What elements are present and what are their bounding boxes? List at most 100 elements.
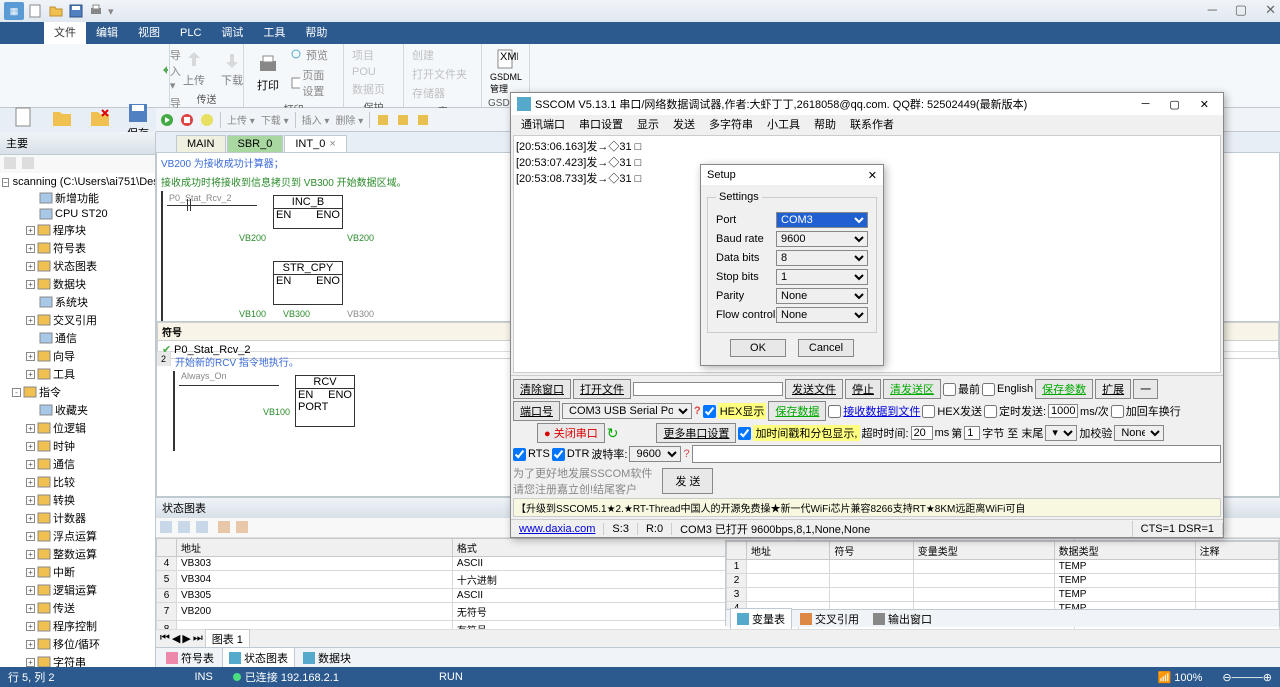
print-icon[interactable] (88, 3, 104, 19)
port-label-button[interactable]: 端口号 (513, 401, 560, 421)
expand-icon[interactable]: + (26, 460, 35, 469)
crc-select[interactable]: None (1114, 425, 1164, 441)
expand-icon[interactable]: + (26, 316, 35, 325)
tree-node[interactable]: 收藏夹 (2, 401, 153, 419)
tree-node[interactable]: +传送 (2, 599, 153, 617)
pause-icon[interactable] (200, 113, 214, 127)
minimize-icon[interactable]: ─ (1208, 2, 1217, 18)
tree-node[interactable]: CPU ST20 (2, 207, 153, 221)
str-cpy-block[interactable]: STR_CPY ENENO (273, 261, 343, 305)
tree-node[interactable]: +工具 (2, 365, 153, 383)
stop-icon[interactable] (180, 113, 194, 127)
tab-main[interactable]: MAIN (176, 135, 226, 152)
clear-send-button[interactable]: 清发送区 (883, 379, 941, 399)
setup-cancel-button[interactable]: Cancel (798, 339, 854, 357)
tree-node[interactable]: 通信 (2, 329, 153, 347)
sscom-minimize-icon[interactable]: ─ (1142, 98, 1150, 110)
tool-icon-1[interactable] (376, 113, 390, 127)
chart-tool-icon[interactable] (236, 521, 250, 535)
btab-data[interactable]: 数据块 (297, 648, 357, 668)
port-select[interactable]: COM3 USB Serial Port (562, 403, 692, 419)
setup-flow-select[interactable]: None (776, 307, 868, 323)
byte-end-select[interactable]: ▾ (1045, 425, 1077, 441)
dtr-checkbox[interactable] (552, 448, 565, 461)
sscom-menu-multi[interactable]: 多字符串 (703, 116, 759, 132)
status-zoom-out[interactable]: ⊖────⊕ (1222, 671, 1272, 684)
save-data-button[interactable]: 保存数据 (768, 401, 826, 421)
menu-tools[interactable]: 工具 (253, 22, 295, 44)
open-icon[interactable] (48, 3, 64, 19)
upload-dropdown[interactable]: 上传 ▾ (227, 112, 255, 127)
sscom-menu-tools[interactable]: 小工具 (761, 116, 806, 132)
chart-tool-icon[interactable] (218, 521, 232, 535)
chart-tool-icon[interactable] (160, 521, 174, 535)
sscom-menu-help[interactable]: 帮助 (808, 116, 842, 132)
tree-node[interactable]: +时钟 (2, 437, 153, 455)
expand-icon[interactable]: + (26, 370, 35, 379)
tree-node[interactable]: +计数器 (2, 509, 153, 527)
timed-send-checkbox[interactable] (984, 405, 997, 418)
chart-nav-prev[interactable]: ◀ (172, 632, 180, 645)
expand-icon[interactable]: + (26, 442, 35, 451)
upload-button[interactable]: 上传 (176, 46, 212, 90)
tool-icon-3[interactable] (416, 113, 430, 127)
tree-node[interactable]: +数据块 (2, 275, 153, 293)
inc-b-block[interactable]: INC_B ENENO (273, 195, 343, 229)
menu-file[interactable]: 文件 (44, 22, 86, 44)
help-icon[interactable]: ? (694, 405, 701, 417)
new-icon[interactable] (28, 3, 44, 19)
app-logo[interactable]: ▦ (4, 2, 24, 20)
tree-node[interactable]: +通信 (2, 455, 153, 473)
download-dropdown[interactable]: 下载 ▾ (261, 112, 289, 127)
hex-send-checkbox[interactable] (922, 405, 935, 418)
tree-node[interactable]: +向导 (2, 347, 153, 365)
tab-close-icon[interactable]: × (329, 138, 335, 150)
expand-icon[interactable]: + (26, 640, 35, 649)
tree-node[interactable]: 新增功能 (2, 189, 153, 207)
open-file-button[interactable]: 打开文件 (573, 379, 631, 399)
send-input[interactable] (692, 445, 1221, 463)
chart-tool-icon[interactable] (178, 521, 192, 535)
english-checkbox[interactable] (982, 383, 995, 396)
tool-icon-2[interactable] (396, 113, 410, 127)
expand-icon[interactable]: + (26, 244, 35, 253)
tree-node[interactable]: +程序块 (2, 221, 153, 239)
run-icon[interactable] (160, 113, 174, 127)
setup-baud-select[interactable]: 9600 (776, 231, 868, 247)
expand-icon[interactable]: + (26, 604, 35, 613)
delete-dropdown[interactable]: 删除 ▾ (335, 112, 363, 127)
sscom-menu-send[interactable]: 发送 (667, 116, 701, 132)
rts-checkbox[interactable] (513, 448, 526, 461)
tree-node[interactable]: +转换 (2, 491, 153, 509)
tree-node[interactable]: +比较 (2, 473, 153, 491)
expand-icon[interactable]: + (26, 424, 35, 433)
tree-node[interactable]: +程序控制 (2, 617, 153, 635)
expand-icon[interactable]: + (26, 478, 35, 487)
setup-ok-button[interactable]: OK (730, 339, 786, 357)
close-icon[interactable]: ✕ (1265, 2, 1276, 18)
expand-icon[interactable]: − (2, 178, 9, 187)
menu-plc[interactable]: PLC (170, 22, 211, 44)
tree-node[interactable]: +交叉引用 (2, 311, 153, 329)
setup-port-select[interactable]: COM3 (776, 212, 868, 228)
save-params-button[interactable]: 保存参数 (1035, 379, 1093, 399)
rcv-block[interactable]: RCV ENENO PORT (295, 375, 355, 427)
tree-node[interactable]: 系统块 (2, 293, 153, 311)
insert-dropdown[interactable]: 插入 ▾ (302, 112, 330, 127)
tree-node[interactable]: +字符串 (2, 653, 153, 667)
tree-node[interactable]: +状态图表 (2, 257, 153, 275)
sscom-menu-port[interactable]: 通讯端口 (515, 116, 571, 132)
send-file-button[interactable]: 发送文件 (785, 379, 843, 399)
tree-node[interactable]: +浮点运算 (2, 527, 153, 545)
sscom-menu-serial[interactable]: 串口设置 (573, 116, 629, 132)
chart-nav-next[interactable]: ▶ (182, 632, 190, 645)
sscom-maximize-icon[interactable]: ▢ (1169, 98, 1179, 111)
timestamp-checkbox[interactable] (738, 427, 751, 440)
setup-titlebar[interactable]: Setup ✕ (701, 165, 883, 185)
expand-icon[interactable]: + (26, 226, 35, 235)
tree-node[interactable]: +符号表 (2, 239, 153, 257)
expand-icon[interactable]: + (26, 658, 35, 667)
preview-button[interactable]: 预览 (288, 46, 337, 64)
setup-stopbits-select[interactable]: 1 (776, 269, 868, 285)
top-checkbox[interactable] (943, 383, 956, 396)
